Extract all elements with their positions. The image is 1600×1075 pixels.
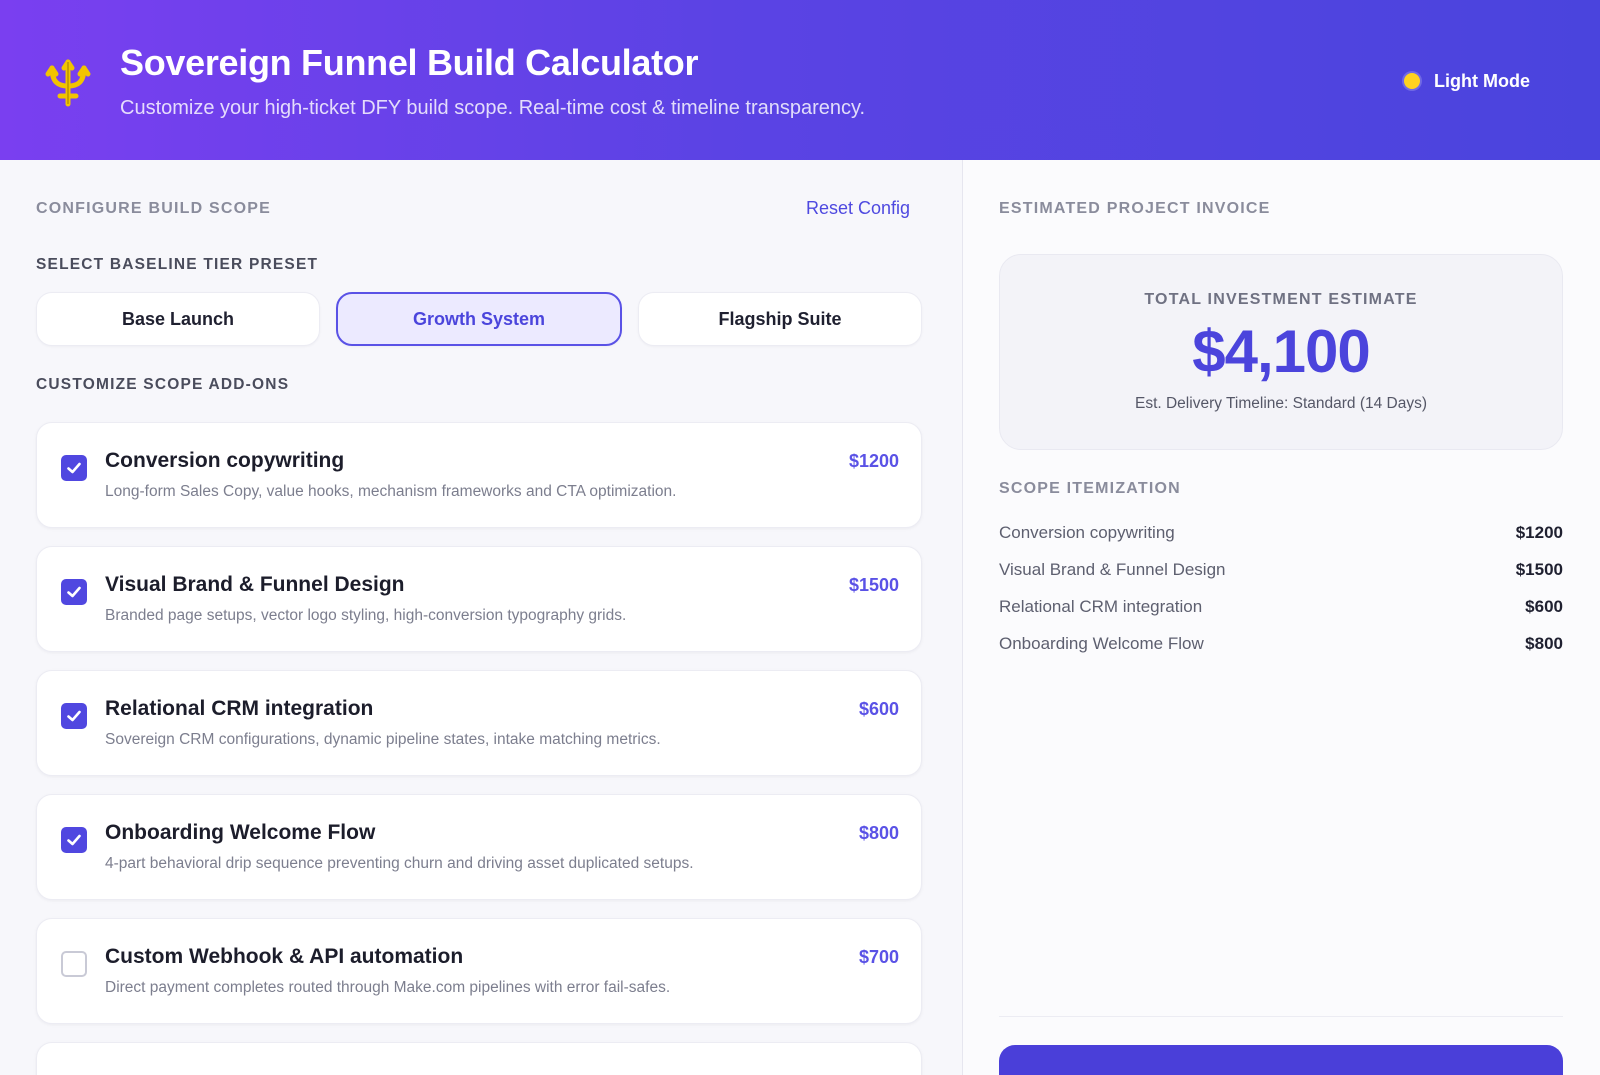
tier-growth-system-button[interactable]: Growth System	[336, 292, 622, 346]
addon-name: Relational CRM integration	[105, 697, 374, 720]
configure-heading: CONFIGURE BUILD SCOPE	[36, 200, 271, 217]
page-title: Sovereign Funnel Build Calculator	[120, 42, 699, 83]
invoice-divider	[999, 1016, 1563, 1017]
item-price: $600	[1525, 596, 1563, 616]
addon-price: $1500	[848, 575, 899, 595]
checkmark-icon	[67, 586, 81, 598]
checkmark-icon	[67, 462, 81, 474]
addon-relational-crm[interactable]: Relational CRM integration Sovereign CRM…	[36, 670, 922, 776]
itemization-list: Conversion copywriting $1200 Visual Bran…	[999, 514, 1563, 662]
addon-price: $700	[858, 947, 899, 967]
list-item: Relational CRM integration $600	[999, 588, 1563, 625]
sun-dot-icon	[1404, 73, 1420, 89]
tier-preset-group: Base Launch Growth System Flagship Suite	[36, 292, 922, 346]
addon-checkbox[interactable]	[61, 951, 87, 977]
delivery-timeline: Est. Delivery Timeline: Standard (14 Day…	[1134, 395, 1428, 412]
trident-icon	[45, 59, 91, 107]
addon-name: Visual Brand & Funnel Design	[105, 573, 405, 596]
addon-description: Long-form Sales Copy, value hooks, mecha…	[105, 483, 677, 500]
list-item: Onboarding Welcome Flow $800	[999, 625, 1563, 662]
configure-panel: CONFIGURE BUILD SCOPE Reset Config SELEC…	[0, 160, 962, 1075]
reset-config-link[interactable]: Reset Config	[806, 198, 910, 219]
list-item: Visual Brand & Funnel Design $1500	[999, 551, 1563, 588]
invoice-panel: ESTIMATED PROJECT INVOICE TOTAL INVESTME…	[963, 160, 1600, 1075]
item-price: $800	[1525, 633, 1563, 653]
invoice-cta-button[interactable]	[999, 1045, 1563, 1075]
tier-heading: SELECT BASELINE TIER PRESET	[36, 256, 319, 273]
addon-name: Conversion copywriting	[105, 449, 345, 472]
item-name: Conversion copywriting	[999, 522, 1175, 542]
checkmark-icon	[67, 710, 81, 722]
item-price: $1200	[1515, 522, 1563, 542]
tier-base-launch-button[interactable]: Base Launch	[36, 292, 320, 346]
addons-list: Conversion copywriting Long-form Sales C…	[36, 422, 922, 1075]
item-name: Relational CRM integration	[999, 596, 1203, 616]
addon-price: $800	[858, 823, 899, 843]
invoice-heading: ESTIMATED PROJECT INVOICE	[999, 200, 1271, 217]
addon-checkbox[interactable]	[61, 579, 87, 605]
addon-onboarding-flow[interactable]: Onboarding Welcome Flow 4-part behaviora…	[36, 794, 922, 900]
addon-checkbox[interactable]	[61, 827, 87, 853]
item-name: Visual Brand & Funnel Design	[999, 559, 1226, 579]
addon-card-partial[interactable]	[36, 1042, 922, 1075]
item-price: $1500	[1515, 559, 1563, 579]
addon-checkbox[interactable]	[61, 703, 87, 729]
addon-description: Sovereign CRM configurations, dynamic pi…	[105, 731, 661, 748]
addons-heading: CUSTOMIZE SCOPE ADD-ONS	[36, 376, 290, 393]
addon-custom-webhook-api[interactable]: Custom Webhook & API automation Direct p…	[36, 918, 922, 1024]
total-label: TOTAL INVESTMENT ESTIMATE	[1144, 291, 1418, 308]
total-amount: $4,100	[1192, 318, 1371, 385]
item-name: Onboarding Welcome Flow	[999, 633, 1204, 653]
app-header: Sovereign Funnel Build Calculator Custom…	[0, 0, 1600, 160]
addon-description: Direct payment completes routed through …	[105, 979, 671, 996]
addon-checkbox[interactable]	[61, 455, 87, 481]
addon-description: Branded page setups, vector logo styling…	[105, 607, 627, 624]
total-estimate-card: TOTAL INVESTMENT ESTIMATE $4,100 Est. De…	[999, 254, 1563, 450]
theme-toggle-label: Light Mode	[1434, 70, 1530, 91]
list-item: Conversion copywriting $1200	[999, 514, 1563, 551]
theme-toggle-button[interactable]: Light Mode	[1404, 66, 1530, 96]
page-subtitle: Customize your high-ticket DFY build sco…	[120, 97, 866, 119]
addon-price: $1200	[848, 451, 899, 471]
addon-description: 4-part behavioral drip sequence preventi…	[105, 855, 694, 872]
itemization-heading: SCOPE ITEMIZATION	[999, 480, 1181, 497]
checkmark-icon	[67, 834, 81, 846]
addon-price: $600	[858, 699, 899, 719]
addon-name: Onboarding Welcome Flow	[105, 821, 376, 844]
tier-flagship-suite-button[interactable]: Flagship Suite	[638, 292, 922, 346]
addon-visual-brand-design[interactable]: Visual Brand & Funnel Design Branded pag…	[36, 546, 922, 652]
addon-conversion-copywriting[interactable]: Conversion copywriting Long-form Sales C…	[36, 422, 922, 528]
addon-name: Custom Webhook & API automation	[105, 945, 464, 968]
